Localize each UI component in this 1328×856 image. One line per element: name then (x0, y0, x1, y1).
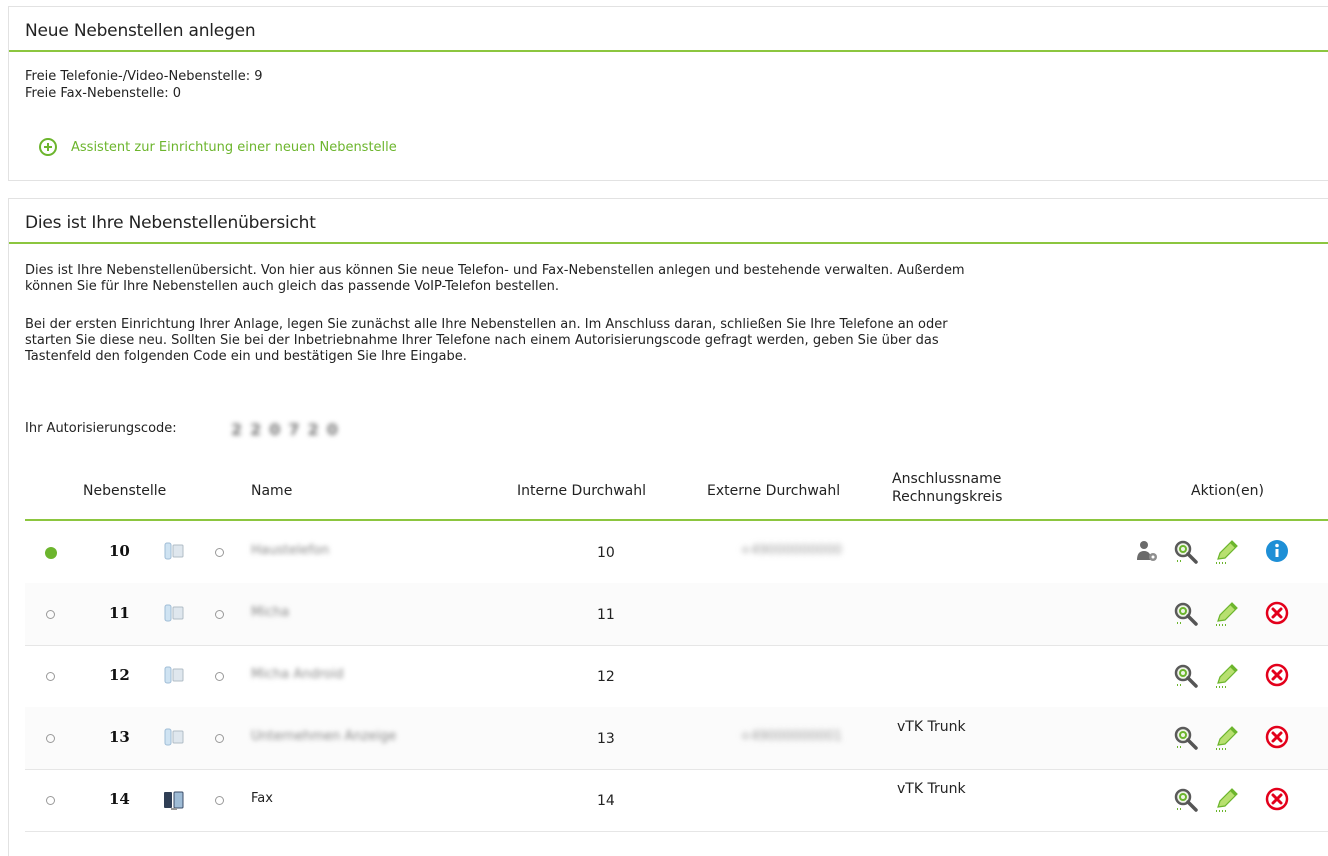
internal-extension: 10 (597, 545, 615, 561)
magnifier-icon[interactable] (1173, 725, 1198, 750)
auth-code-digit: 2 (250, 419, 262, 439)
column-header-anschlussname: Anschlussname (892, 471, 1002, 487)
user-settings-icon[interactable] (1135, 539, 1159, 563)
extension-name: Haustelefon (251, 543, 330, 558)
select-radio[interactable] (215, 672, 224, 681)
panel-title: Neue Nebenstellen anlegen (25, 21, 256, 41)
auth-code-digit: 7 (288, 419, 300, 439)
auth-code: 2 2 0 7 2 0 (231, 419, 391, 439)
pencil-icon[interactable] (1213, 539, 1238, 564)
auth-code-digit: 0 (326, 419, 338, 439)
pencil-icon[interactable] (1213, 725, 1238, 750)
column-header-externe-durchwahl: Externe Durchwahl (707, 483, 841, 499)
external-number: +49000000001 (740, 729, 842, 744)
free-phone-extensions: Freie Telefonie-/Video-Nebenstelle: 9 (25, 69, 263, 84)
auth-code-digit: 2 (307, 419, 319, 439)
extension-number: 10 (109, 542, 130, 560)
status-offline-indicator (46, 734, 55, 743)
internal-extension: 12 (597, 669, 615, 685)
setup-paragraph-line: Bei der ersten Einrichtung Ihrer Anlage,… (25, 317, 948, 332)
setup-paragraph-line: starten Sie diese neu. Sollten Sie bei d… (25, 333, 939, 348)
internal-extension: 14 (597, 793, 615, 809)
panel-header: Neue Nebenstellen anlegen (9, 7, 1328, 52)
external-number: +49000000000 (740, 543, 842, 558)
info-icon[interactable] (1265, 539, 1289, 563)
column-header-interne-durchwahl: Interne Durchwahl (517, 483, 647, 499)
select-radio[interactable] (215, 734, 224, 743)
magnifier-icon[interactable] (1173, 601, 1198, 626)
auth-code-digit: 2 (231, 419, 243, 439)
status-offline-indicator (46, 610, 55, 619)
auth-code-label: Ihr Autorisierungscode: (25, 421, 177, 436)
connection-name: vTK Trunk (897, 781, 966, 797)
assistant-link-label[interactable]: Assistent zur Einrichtung einer neuen Ne… (71, 140, 397, 155)
pencil-icon[interactable] (1213, 601, 1238, 626)
intro-paragraph-line: können Sie für Ihre Nebenstellen auch gl… (25, 279, 559, 294)
extension-name: Micha (251, 605, 290, 620)
phone-icon (163, 603, 185, 623)
delete-circle-icon[interactable] (1265, 663, 1289, 687)
plus-circle-icon[interactable] (39, 138, 57, 156)
internal-extension: 13 (597, 731, 615, 747)
magnifier-icon[interactable] (1173, 539, 1198, 564)
select-radio[interactable] (215, 548, 224, 557)
extension-name: Fax (251, 791, 273, 806)
internal-extension: 11 (597, 607, 615, 623)
select-radio[interactable] (215, 610, 224, 619)
assistant-link[interactable]: Assistent zur Einrichtung einer neuen Ne… (39, 135, 397, 159)
extension-number: 11 (109, 604, 130, 622)
pencil-icon[interactable] (1213, 663, 1238, 688)
magnifier-icon[interactable] (1173, 663, 1198, 688)
extension-overview-panel: Dies ist Ihre Nebenstellenübersicht Dies… (8, 198, 1328, 856)
delete-circle-icon[interactable] (1265, 725, 1289, 749)
column-header-rechnungskreis: Rechnungskreis (892, 489, 1003, 505)
phone-icon (163, 665, 185, 685)
extension-name: Unternehmen Anzeige (251, 729, 397, 744)
setup-paragraph-line: Tastenfeld den folgenden Code ein und be… (25, 349, 467, 364)
extension-name: Micha Android (251, 667, 344, 682)
pencil-icon[interactable] (1213, 787, 1238, 812)
table-row: 11 Micha 11 (25, 583, 1328, 646)
new-extension-panel: Neue Nebenstellen anlegen Freie Telefoni… (8, 6, 1328, 181)
table-row: 12 Micha Android 12 (25, 645, 1328, 708)
delete-circle-icon[interactable] (1265, 787, 1289, 811)
column-header-name: Name (251, 483, 293, 499)
select-radio[interactable] (215, 796, 224, 805)
intro-paragraph-line: Dies ist Ihre Nebenstellenübersicht. Von… (25, 263, 965, 278)
table-row: 10 Haustelefon 10 +49000000000 (25, 521, 1328, 584)
extension-number: 14 (109, 790, 130, 808)
status-offline-indicator (46, 672, 55, 681)
magnifier-icon[interactable] (1173, 787, 1198, 812)
auth-code-digit: 0 (269, 419, 281, 439)
extension-number: 12 (109, 666, 130, 684)
phone-icon (163, 727, 185, 747)
panel-title: Dies ist Ihre Nebenstellenübersicht (25, 213, 316, 233)
phone-icon (163, 541, 185, 561)
column-header-nebenstelle: Nebenstelle (83, 483, 167, 499)
panel-header: Dies ist Ihre Nebenstellenübersicht (9, 199, 1328, 244)
delete-circle-icon[interactable] (1265, 601, 1289, 625)
status-online-indicator (45, 547, 57, 559)
status-offline-indicator (46, 796, 55, 805)
table-row: 13 Unternehmen Anzeige 13 +49000000001 vTK T… (25, 707, 1328, 770)
connection-name: vTK Trunk (897, 719, 966, 735)
extension-number: 13 (109, 728, 130, 746)
table-row: 14 Fax 14 vTK Trunk (25, 769, 1328, 832)
fax-icon (163, 789, 185, 810)
free-fax-extensions: Freie Fax-Nebenstelle: 0 (25, 86, 182, 101)
column-header-aktionen: Aktion(en) (1191, 483, 1264, 499)
